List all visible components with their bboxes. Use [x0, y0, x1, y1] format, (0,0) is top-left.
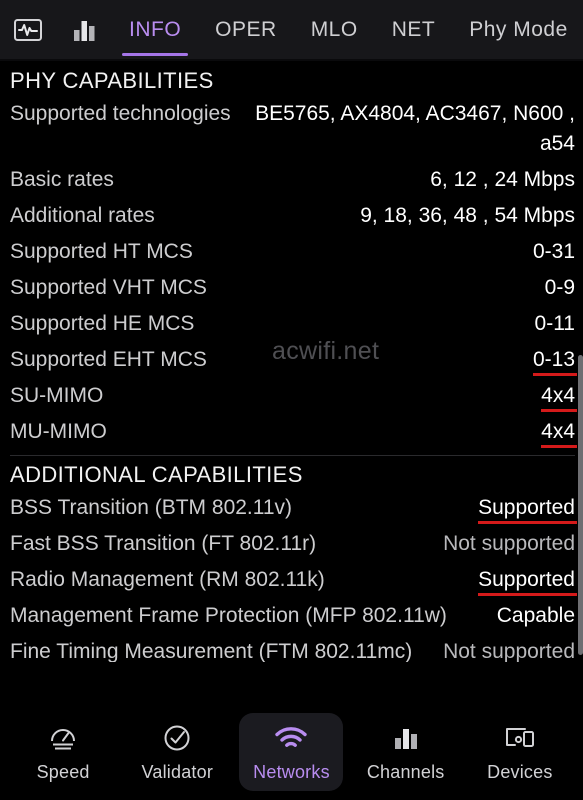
row-key: Management Frame Protection (MFP 802.11w…: [10, 604, 447, 627]
row-management-frame-protection: Management Frame Protection (MFP 802.11w…: [10, 598, 575, 634]
row-key: Supported HT MCS: [10, 240, 193, 263]
tab-net-label: NET: [391, 18, 436, 41]
phy-section-title: PHY CAPABILITIES: [10, 68, 214, 93]
row-value: 0-31: [532, 240, 575, 263]
row-key: Basic rates: [10, 168, 114, 191]
row-fast-bss-transition: Fast BSS Transition (FT 802.11r) Not sup…: [10, 526, 575, 562]
nav-item-label: Networks: [253, 762, 330, 782]
row-key: SU-MIMO: [10, 384, 104, 407]
row-basic-rates: Basic rates 6, 12 , 24 Mbps: [10, 162, 575, 198]
row-value: BE5765, AX4804, AC3467, N600 , a54: [255, 102, 575, 155]
section-divider: [10, 455, 575, 456]
nav-item-validator[interactable]: Validator: [125, 713, 229, 791]
row-value: 9, 18, 36, 48 , 54 Mbps: [360, 204, 575, 227]
row-bss-transition: BSS Transition (BTM 802.11v) Supported: [10, 490, 577, 526]
row-value: Not supported: [443, 532, 575, 555]
tab-oper-label: OPER: [215, 18, 277, 41]
nav-item-label: Validator: [141, 762, 214, 782]
nav-item-label: Devices: [487, 762, 553, 782]
row-value: 0-13: [532, 345, 578, 376]
monitor-pulse-icon[interactable]: [0, 0, 56, 60]
row-key: Additional rates: [10, 204, 155, 227]
row-supported-eht-mcs: Supported EHT MCS 0-13: [10, 342, 578, 378]
top-tab-bar: INFO OPER MLO NET Phy Mode: [0, 0, 583, 60]
nav-item-speed[interactable]: Speed: [11, 713, 115, 791]
row-supported-he-mcs: Supported HE MCS 0-11: [10, 306, 575, 342]
additional-section-title: ADDITIONAL CAPABILITIES: [10, 462, 303, 487]
row-value: Capable: [496, 604, 575, 627]
check-circle-icon: [162, 721, 192, 755]
row-su-mimo: SU-MIMO 4x4: [10, 378, 577, 414]
row-key: MU-MIMO: [10, 420, 107, 443]
nav-item-label: Speed: [36, 762, 90, 782]
speedometer-icon: [47, 721, 79, 755]
row-mu-mimo: MU-MIMO 4x4: [10, 414, 577, 450]
row-key: Radio Management (RM 802.11k): [10, 568, 325, 591]
row-key: BSS Transition (BTM 802.11v): [10, 496, 293, 519]
nav-item-networks[interactable]: Networks: [239, 713, 344, 791]
tab-info-label: INFO: [129, 18, 182, 41]
row-value: 4x4: [541, 417, 577, 448]
bottom-navigation: Speed Validator Networks Channels Device…: [0, 704, 583, 800]
row-radio-management: Radio Management (RM 802.11k) Supported: [10, 562, 577, 598]
tab-oper[interactable]: OPER: [198, 0, 294, 60]
row-key: Fine Timing Measurement (FTM 802.11mc): [10, 640, 413, 662]
row-value: Supported: [478, 493, 577, 524]
tab-info[interactable]: INFO: [112, 0, 198, 60]
row-supported-ht-mcs: Supported HT MCS 0-31: [10, 234, 575, 270]
row-fine-timing-measurement: Fine Timing Measurement (FTM 802.11mc) N…: [10, 634, 575, 662]
row-value: 0-11: [534, 312, 575, 335]
tab-mlo[interactable]: MLO: [294, 0, 375, 60]
row-value: Not supported: [443, 640, 575, 662]
tab-mlo-label: MLO: [310, 18, 358, 41]
row-value: Supported: [478, 565, 577, 596]
bar-chart-icon[interactable]: [56, 0, 112, 60]
capabilities-content: PHY CAPABILITIES Supported technologies …: [0, 62, 583, 662]
row-supported-technologies: Supported technologies BE5765, AX4804, A…: [10, 96, 575, 162]
row-value: 6, 12 , 24 Mbps: [430, 168, 575, 191]
devices-icon: [503, 721, 537, 755]
tab-phy-mode-label: Phy Mode: [469, 18, 568, 41]
nav-item-label: Channels: [366, 762, 445, 782]
row-key: Supported HE MCS: [10, 312, 195, 335]
row-key: Fast BSS Transition (FT 802.11r): [10, 532, 317, 555]
tab-net[interactable]: NET: [375, 0, 453, 60]
row-key: Supported VHT MCS: [10, 276, 207, 299]
row-value: 4x4: [541, 381, 577, 412]
vertical-scrollbar[interactable]: [578, 355, 583, 655]
nav-item-devices[interactable]: Devices: [468, 713, 572, 791]
row-value: 0-9: [544, 276, 575, 299]
bar-chart-icon: [392, 721, 420, 755]
topbar-bottom-edge: [0, 59, 583, 61]
wifi-icon: [274, 721, 308, 755]
tab-phy-mode[interactable]: Phy Mode: [452, 0, 583, 60]
row-key: Supported EHT MCS: [10, 348, 207, 371]
row-supported-vht-mcs: Supported VHT MCS 0-9: [10, 270, 575, 306]
nav-item-channels[interactable]: Channels: [354, 713, 458, 791]
row-additional-rates: Additional rates 9, 18, 36, 48 , 54 Mbps: [10, 198, 575, 234]
row-key: Supported technologies: [10, 102, 231, 125]
app-root: INFO OPER MLO NET Phy Mode PHY CAPABILIT…: [0, 0, 583, 800]
